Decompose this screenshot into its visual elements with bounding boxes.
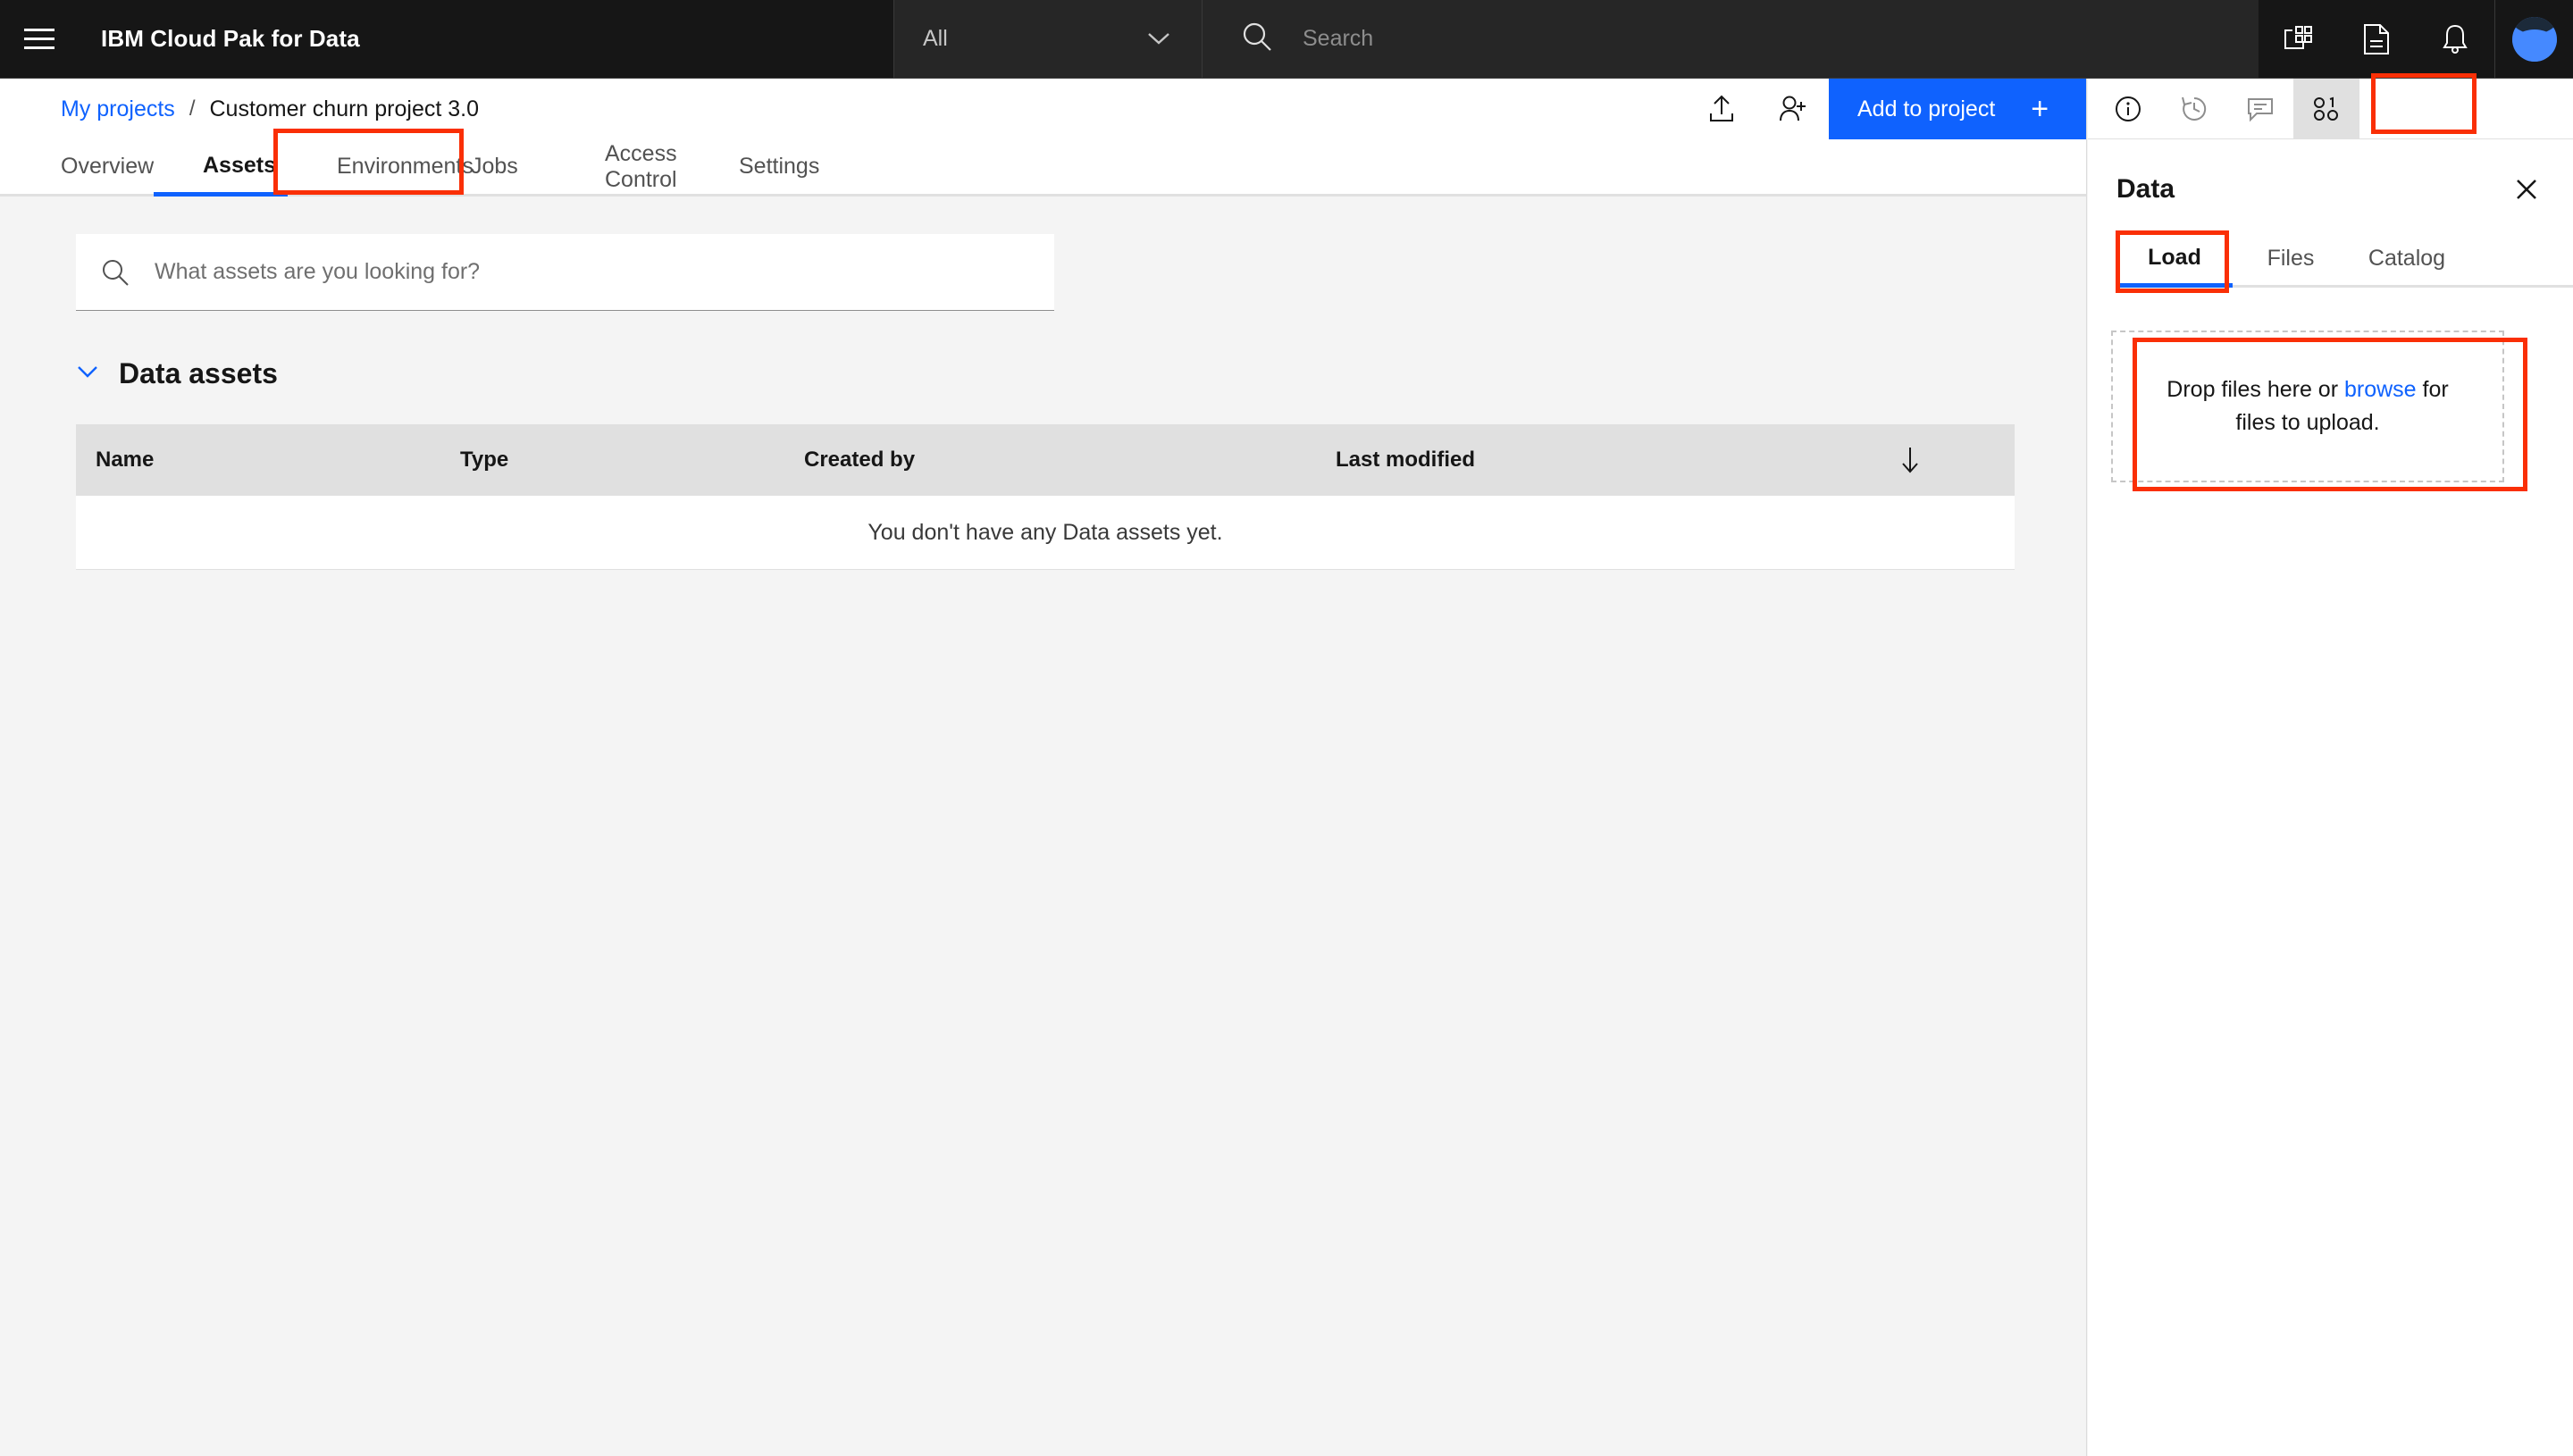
panel-tab-comments[interactable] <box>2227 79 2293 138</box>
data-binary-icon <box>2311 96 2342 122</box>
app-switcher-button[interactable] <box>2259 0 2337 78</box>
panel-tab-info[interactable] <box>2095 79 2161 138</box>
tab-access-control[interactable]: Access Control <box>556 139 690 197</box>
close-icon <box>2514 177 2539 202</box>
upload-icon <box>1708 95 1735 123</box>
column-header-type[interactable]: Type <box>460 448 804 473</box>
search-icon <box>101 258 130 287</box>
column-header-last-modified[interactable]: Last modified <box>1336 448 1890 473</box>
history-icon <box>2180 95 2208 123</box>
dropzone-text-before: Drop files here or <box>2167 376 2344 402</box>
table-empty-state: You don't have any Data assets yet. <box>76 496 2015 570</box>
breadcrumb-actions: Add to project + <box>1686 79 2086 139</box>
search-icon <box>1242 21 1272 56</box>
global-search-input[interactable] <box>1303 16 2107 62</box>
hamburger-menu-icon <box>24 28 54 51</box>
data-assets-title: Data assets <box>119 357 278 389</box>
assets-content: Data assets Name Type Created by Last mo… <box>0 197 2086 1456</box>
panel-tab-history[interactable] <box>2161 79 2227 138</box>
add-to-project-button[interactable]: Add to project + <box>1829 79 2086 139</box>
panel-tab-load[interactable]: Load <box>2116 232 2233 288</box>
add-to-project-label: Add to project <box>1857 96 1996 121</box>
panel-tab-catalog-label: Catalog <box>2368 246 2446 271</box>
panel-tabbar: Load Files Catalog <box>2088 232 2573 288</box>
add-user-icon <box>1778 95 1808 123</box>
search-scope-value: All <box>923 26 948 51</box>
panel-icon-tabbar <box>2088 79 2573 139</box>
global-header: IBM Cloud Pak for Data All <box>0 0 2573 79</box>
breadcrumb-separator: / <box>189 96 196 121</box>
info-icon <box>2114 95 2142 123</box>
notification-bell-icon <box>2441 23 2469 55</box>
panel-tab-catalog[interactable]: Catalog <box>2349 232 2465 288</box>
user-avatar-button[interactable] <box>2494 0 2573 78</box>
asset-search-input[interactable] <box>155 251 985 293</box>
panel-tab-files[interactable]: Files <box>2233 232 2349 288</box>
brand-title[interactable]: IBM Cloud Pak for Data <box>79 0 360 78</box>
asset-search-field[interactable] <box>76 234 1054 311</box>
tab-overview[interactable]: Overview <box>0 139 154 197</box>
plus-icon: + <box>2031 92 2049 126</box>
sort-button[interactable] <box>1890 445 2015 475</box>
sort-descending-arrow-icon <box>1898 445 1922 475</box>
tab-overview-label: Overview <box>61 154 155 179</box>
tab-environments[interactable]: Environments <box>288 139 474 197</box>
breadcrumb-parent-link[interactable]: My projects <box>61 96 175 122</box>
brand-label: IBM Cloud Pak for Data <box>101 25 360 52</box>
app-switcher-icon <box>2283 24 2313 54</box>
avatar <box>2511 16 2557 62</box>
tabbar-filler <box>824 139 2086 197</box>
chevron-down-icon <box>1147 26 1170 52</box>
hamburger-menu-button[interactable] <box>0 0 79 78</box>
breadcrumb-bar: My projects / Customer churn project 3.0 <box>0 79 2086 139</box>
tab-jobs[interactable]: Jobs <box>422 139 556 197</box>
chevron-down-icon <box>76 364 99 384</box>
browse-files-link[interactable]: browse <box>2344 377 2417 402</box>
file-upload-dropzone[interactable]: Drop files here or browse for files to u… <box>2111 331 2504 482</box>
panel-tab-load-label: Load <box>2148 245 2201 270</box>
panel-title: Data <box>2116 174 2175 204</box>
data-assets-table: Name Type Created by Last modified You d… <box>76 424 2015 570</box>
project-tabbar: Overview Assets Environments Jobs Access… <box>0 139 2086 197</box>
add-collaborator-button[interactable] <box>1757 79 1829 139</box>
header-spacer <box>360 0 893 78</box>
column-header-name[interactable]: Name <box>76 448 460 473</box>
upload-button[interactable] <box>1686 79 1757 139</box>
right-side-panel: Data Load Files Catalog Drop files here … <box>2088 79 2573 1456</box>
panel-tabbar-filler <box>2465 232 2573 288</box>
comment-icon <box>2246 96 2275 122</box>
dropzone-message: Drop files here or browse for files to u… <box>2113 373 2502 440</box>
data-assets-section-toggle[interactable]: Data assets <box>76 357 362 390</box>
tab-jobs-label: Jobs <box>471 154 518 179</box>
tab-access-control-label: Access Control <box>605 140 677 192</box>
panel-close-button[interactable] <box>2507 170 2546 209</box>
tab-settings-label: Settings <box>739 154 820 179</box>
column-header-created-by[interactable]: Created by <box>804 448 1336 473</box>
panel-tab-files-label: Files <box>2267 246 2315 271</box>
panel-tab-data[interactable] <box>2293 79 2359 138</box>
main-content-column: My projects / Customer churn project 3.0 <box>0 79 2087 1456</box>
tab-assets-label: Assets <box>203 153 276 178</box>
tab-settings[interactable]: Settings <box>690 139 824 197</box>
empty-state-message: You don't have any Data assets yet. <box>867 519 1223 545</box>
header-action-icons <box>2259 0 2573 78</box>
search-scope-dropdown[interactable]: All <box>893 0 1202 78</box>
document-icon <box>2363 23 2390 55</box>
tab-assets[interactable]: Assets <box>154 139 288 197</box>
breadcrumb-current: Customer churn project 3.0 <box>209 96 480 121</box>
notifications-button[interactable] <box>2416 0 2494 78</box>
documentation-button[interactable] <box>2337 0 2416 78</box>
global-search[interactable] <box>1202 0 2259 78</box>
panel-header: Data <box>2088 154 2573 225</box>
table-header-row: Name Type Created by Last modified <box>76 424 2015 496</box>
